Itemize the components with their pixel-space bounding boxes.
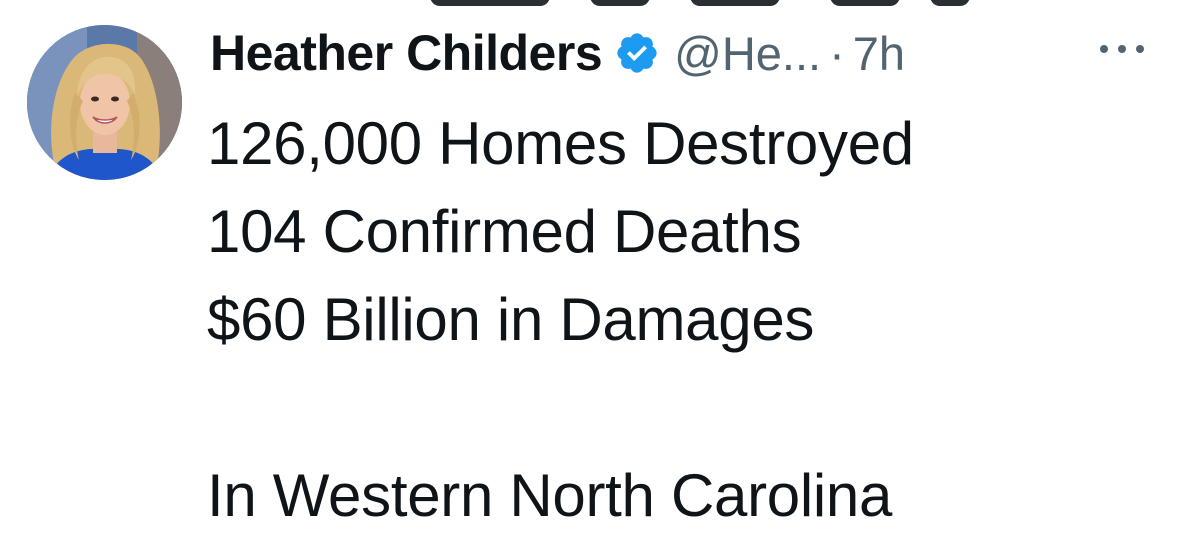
tweet-header: Heather Childers @He... · 7h: [210, 18, 905, 88]
tweet-text: 126,000 Homes Destroyed 104 Confirmed De…: [207, 100, 914, 540]
author-handle[interactable]: @He...: [674, 26, 821, 81]
verified-badge-icon: [614, 30, 660, 76]
author-display-name[interactable]: Heather Childers: [210, 24, 603, 82]
avatar[interactable]: [27, 25, 182, 180]
timestamp[interactable]: 7h: [853, 26, 905, 81]
tweet-line-5: In Western North Carolina: [207, 462, 893, 529]
previous-content-clip: [430, 0, 990, 6]
avatar-image: [27, 25, 182, 180]
more-options-ellipsis-icon[interactable]: [1100, 34, 1144, 64]
tweet-line-1: 126,000 Homes Destroyed: [207, 110, 914, 177]
tweet-line-2: 104 Confirmed Deaths: [207, 198, 802, 265]
separator-dot: ·: [829, 26, 845, 80]
tweet-line-3: $60 Billion in Damages: [207, 286, 815, 353]
